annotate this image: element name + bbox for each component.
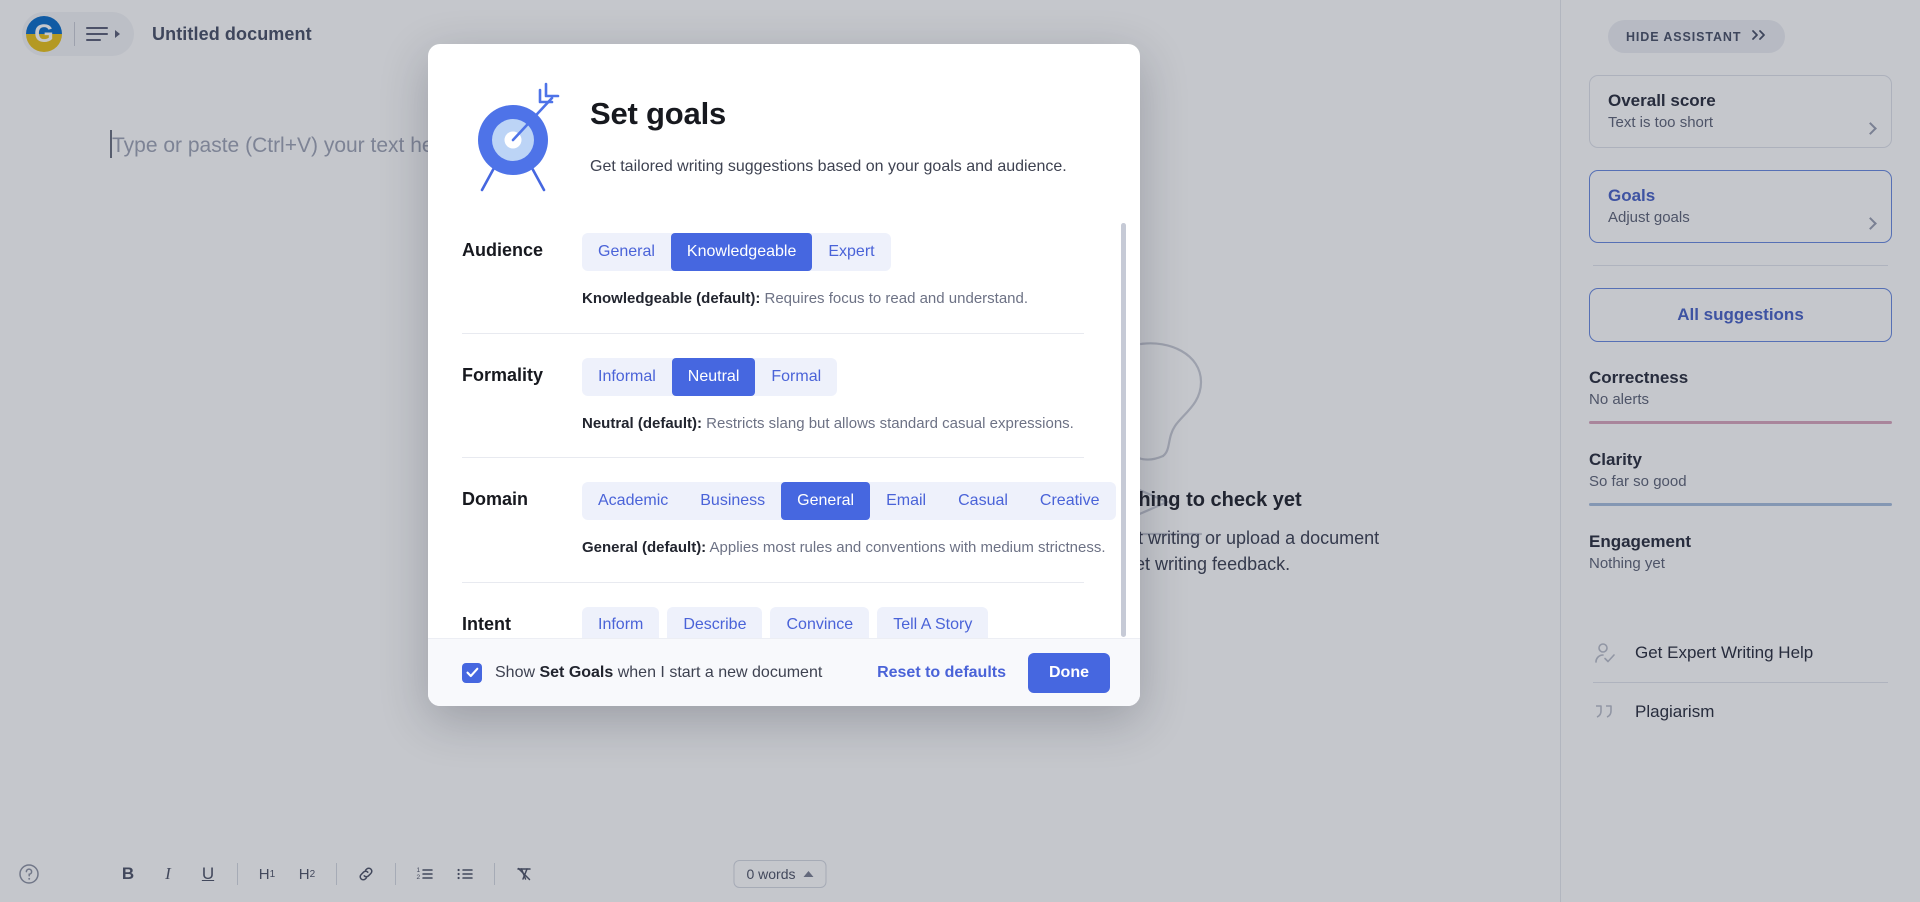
goal-row-domain: Domain Academic Business General Email Casual… (462, 457, 1116, 582)
option-formal[interactable]: Formal (755, 358, 837, 396)
option-convince[interactable]: Convince (770, 606, 870, 638)
reset-to-defaults-button[interactable]: Reset to defaults (877, 664, 1006, 682)
goal-options: Academic Business General Email Casual Creati… (582, 482, 1116, 560)
option-inform[interactable]: Inform (582, 606, 660, 638)
scrollbar-thumb[interactable] (1121, 223, 1126, 637)
goal-row-audience: Audience General Knowledgeable Expert Knowle… (462, 223, 1084, 333)
option-describe[interactable]: Describe (667, 606, 763, 638)
goal-options: Informal Neutral Formal Neutral (default): … (582, 357, 1084, 436)
goal-description: Knowledgeable (default): Requires focus … (582, 288, 1084, 311)
dialog-body[interactable]: Audience General Knowledgeable Expert Knowle… (428, 223, 1140, 638)
dialog-title: Set goals (590, 96, 727, 131)
option-tell-a-story[interactable]: Tell A Story (877, 606, 989, 638)
checkbox-label: Show Set Goals when I start a new docume… (495, 663, 823, 681)
set-goals-dialog: Set goals Get tailored writing suggestio… (428, 44, 1140, 706)
app-root: G Untitled document Type or paste (Ctrl+… (0, 0, 1920, 902)
option-informal[interactable]: Informal (582, 358, 672, 396)
segmented-control: General Knowledgeable Expert (582, 233, 891, 271)
checkbox-checked-icon[interactable] (462, 662, 482, 683)
segmented-control: Informal Neutral Formal (582, 357, 838, 396)
pill-group: Inform Describe Convince Tell A Story (582, 606, 1084, 638)
option-business[interactable]: Business (684, 482, 781, 520)
show-set-goals-checkbox-row[interactable]: Show Set Goals when I start a new docume… (462, 662, 823, 683)
option-neutral[interactable]: Neutral (671, 357, 756, 396)
goal-description: General (default): Applies most rules an… (582, 537, 1116, 560)
goal-rows: Audience General Knowledgeable Expert Knowle… (462, 223, 1116, 638)
dialog-header: Set goals Get tailored writing suggestio… (428, 44, 1140, 197)
dialog-subtitle: Get tailored writing suggestions based o… (590, 158, 1067, 175)
goal-options: General Knowledgeable Expert Knowledgeable … (582, 233, 1084, 311)
goal-description-text: Applies most rules and conventions with … (706, 539, 1106, 556)
option-general[interactable]: General (582, 233, 671, 271)
goal-label: Audience (462, 240, 544, 260)
goal-label: Domain (462, 489, 529, 509)
goal-row-formality: Formality Informal Neutral Formal Neutral (d… (462, 332, 1084, 458)
goal-description-bold: General (default): (582, 539, 707, 556)
done-button[interactable]: Done (1028, 652, 1110, 693)
goal-description-bold: Neutral (default): (582, 414, 702, 432)
segmented-control: Academic Business General Email Casual Creati… (582, 482, 1116, 520)
option-creative[interactable]: Creative (1024, 482, 1116, 520)
goal-description-bold: Knowledgeable (default): (582, 290, 761, 307)
option-knowledgeable[interactable]: Knowledgeable (670, 233, 813, 271)
goal-description-text: Requires focus to read and understand. (760, 290, 1029, 307)
option-academic[interactable]: Academic (582, 482, 684, 520)
option-casual[interactable]: Casual (942, 482, 1024, 520)
goal-description: Neutral (default): Restricts slang but a… (582, 413, 1084, 436)
goal-row-intent: Intent Inform Describe Convince Tell A Story… (462, 581, 1084, 638)
goal-label: Intent (462, 613, 511, 634)
option-email[interactable]: Email (870, 482, 942, 520)
goal-description-text: Restricts slang but allows standard casu… (702, 414, 1074, 432)
option-expert[interactable]: Expert (812, 233, 890, 271)
goal-label: Formality (462, 364, 544, 385)
dialog-footer: Show Set Goals when I start a new docume… (428, 638, 1140, 706)
option-general[interactable]: General (781, 482, 871, 520)
target-with-arrow-icon (470, 80, 562, 197)
goal-options: InformDescribeConvinceTell A StoryExperi… (582, 606, 1084, 638)
